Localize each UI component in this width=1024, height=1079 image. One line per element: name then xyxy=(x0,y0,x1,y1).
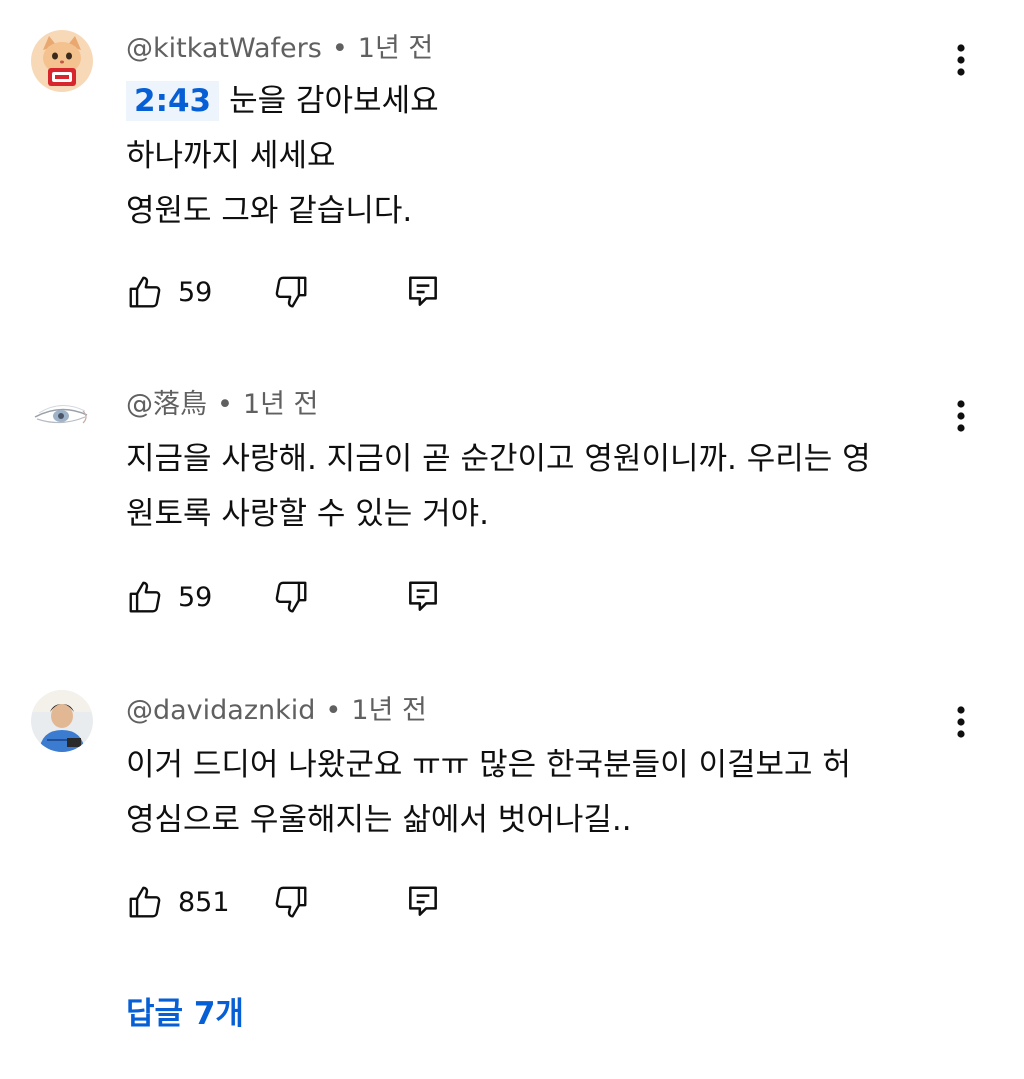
dislike-button[interactable] xyxy=(272,575,310,619)
comment-line: 눈을 감아보세요 xyxy=(229,83,439,119)
comment-time[interactable]: 1년 전 xyxy=(351,695,426,726)
author-name[interactable]: @davidaznkid xyxy=(126,695,315,726)
comment-meta: @davidaznkid • 1년 전 xyxy=(126,694,427,728)
more-options-button[interactable] xyxy=(944,699,978,745)
comment-actions: 851 xyxy=(126,880,456,924)
comment-text: 2:43 눈을 감아보세요 하나까지 세세요 영원도 그와 같습니다. xyxy=(126,74,946,239)
comment-line: 지금을 사랑해. 지금이 곧 순간이고 영원이니까. 우리는 영 xyxy=(126,441,871,477)
person-photo-avatar-icon[interactable] xyxy=(31,690,93,752)
comment-line: 영원도 그와 같습니다. xyxy=(126,193,413,229)
thumbs-down-icon xyxy=(275,276,307,308)
like-button[interactable]: 59 xyxy=(126,270,212,314)
more-options-button[interactable] xyxy=(944,37,978,83)
eye-sketch-avatar-icon[interactable] xyxy=(31,385,93,447)
timestamp-link[interactable]: 2:43 xyxy=(126,81,220,121)
meta-separator: • xyxy=(325,695,342,726)
reply-button[interactable] xyxy=(404,270,442,314)
comment-line: 원토록 사랑할 수 있는 거야. xyxy=(126,496,489,532)
like-button[interactable]: 59 xyxy=(126,575,212,619)
meta-separator: • xyxy=(217,389,233,420)
author-name[interactable]: @落鳥 xyxy=(126,389,207,420)
thumbs-up-icon xyxy=(129,276,161,308)
like-count: 59 xyxy=(178,581,213,613)
author-name[interactable]: @kitkatWafers xyxy=(126,33,322,64)
thumbs-down-icon xyxy=(275,581,307,613)
comment-meta: @kitkatWafers • 1년 전 xyxy=(126,32,433,66)
comment-line: 이거 드디어 나왔군요 ㅠㅠ 많은 한국분들이 이걸보고 허 xyxy=(126,747,851,783)
comment-line: 영심으로 우울해지는 삶에서 벗어나길.. xyxy=(126,802,632,838)
comment-meta: @落鳥 • 1년 전 xyxy=(126,388,318,422)
like-count: 59 xyxy=(178,276,213,308)
view-replies-button[interactable]: 답글 7개 xyxy=(126,993,244,1035)
reply-comment-icon xyxy=(409,276,437,306)
cat-avatar-icon[interactable] xyxy=(31,30,93,92)
comment-actions: 59 xyxy=(126,575,456,619)
thumbs-up-icon xyxy=(129,581,161,613)
thumbs-up-icon xyxy=(129,886,161,918)
like-count: 851 xyxy=(178,886,230,918)
comment-text: 지금을 사랑해. 지금이 곧 순간이고 영원이니까. 우리는 영 원토록 사랑할… xyxy=(126,432,946,542)
comment-text: 이거 드디어 나왔군요 ㅠㅠ 많은 한국분들이 이걸보고 허 영심으로 우울해지… xyxy=(126,738,946,848)
reply-comment-icon xyxy=(409,886,437,916)
meta-separator: • xyxy=(331,33,348,64)
comment-time[interactable]: 1년 전 xyxy=(243,389,318,420)
like-button[interactable]: 851 xyxy=(126,880,230,924)
more-options-button[interactable] xyxy=(944,393,978,439)
comment-time[interactable]: 1년 전 xyxy=(358,33,433,64)
reply-button[interactable] xyxy=(404,575,442,619)
reply-comment-icon xyxy=(409,581,437,611)
dislike-button[interactable] xyxy=(272,270,310,314)
comment-line: 하나까지 세세요 xyxy=(126,138,336,174)
reply-button[interactable] xyxy=(404,880,442,924)
thumbs-down-icon xyxy=(275,886,307,918)
dislike-button[interactable] xyxy=(272,880,310,924)
comment-actions: 59 xyxy=(126,270,456,314)
